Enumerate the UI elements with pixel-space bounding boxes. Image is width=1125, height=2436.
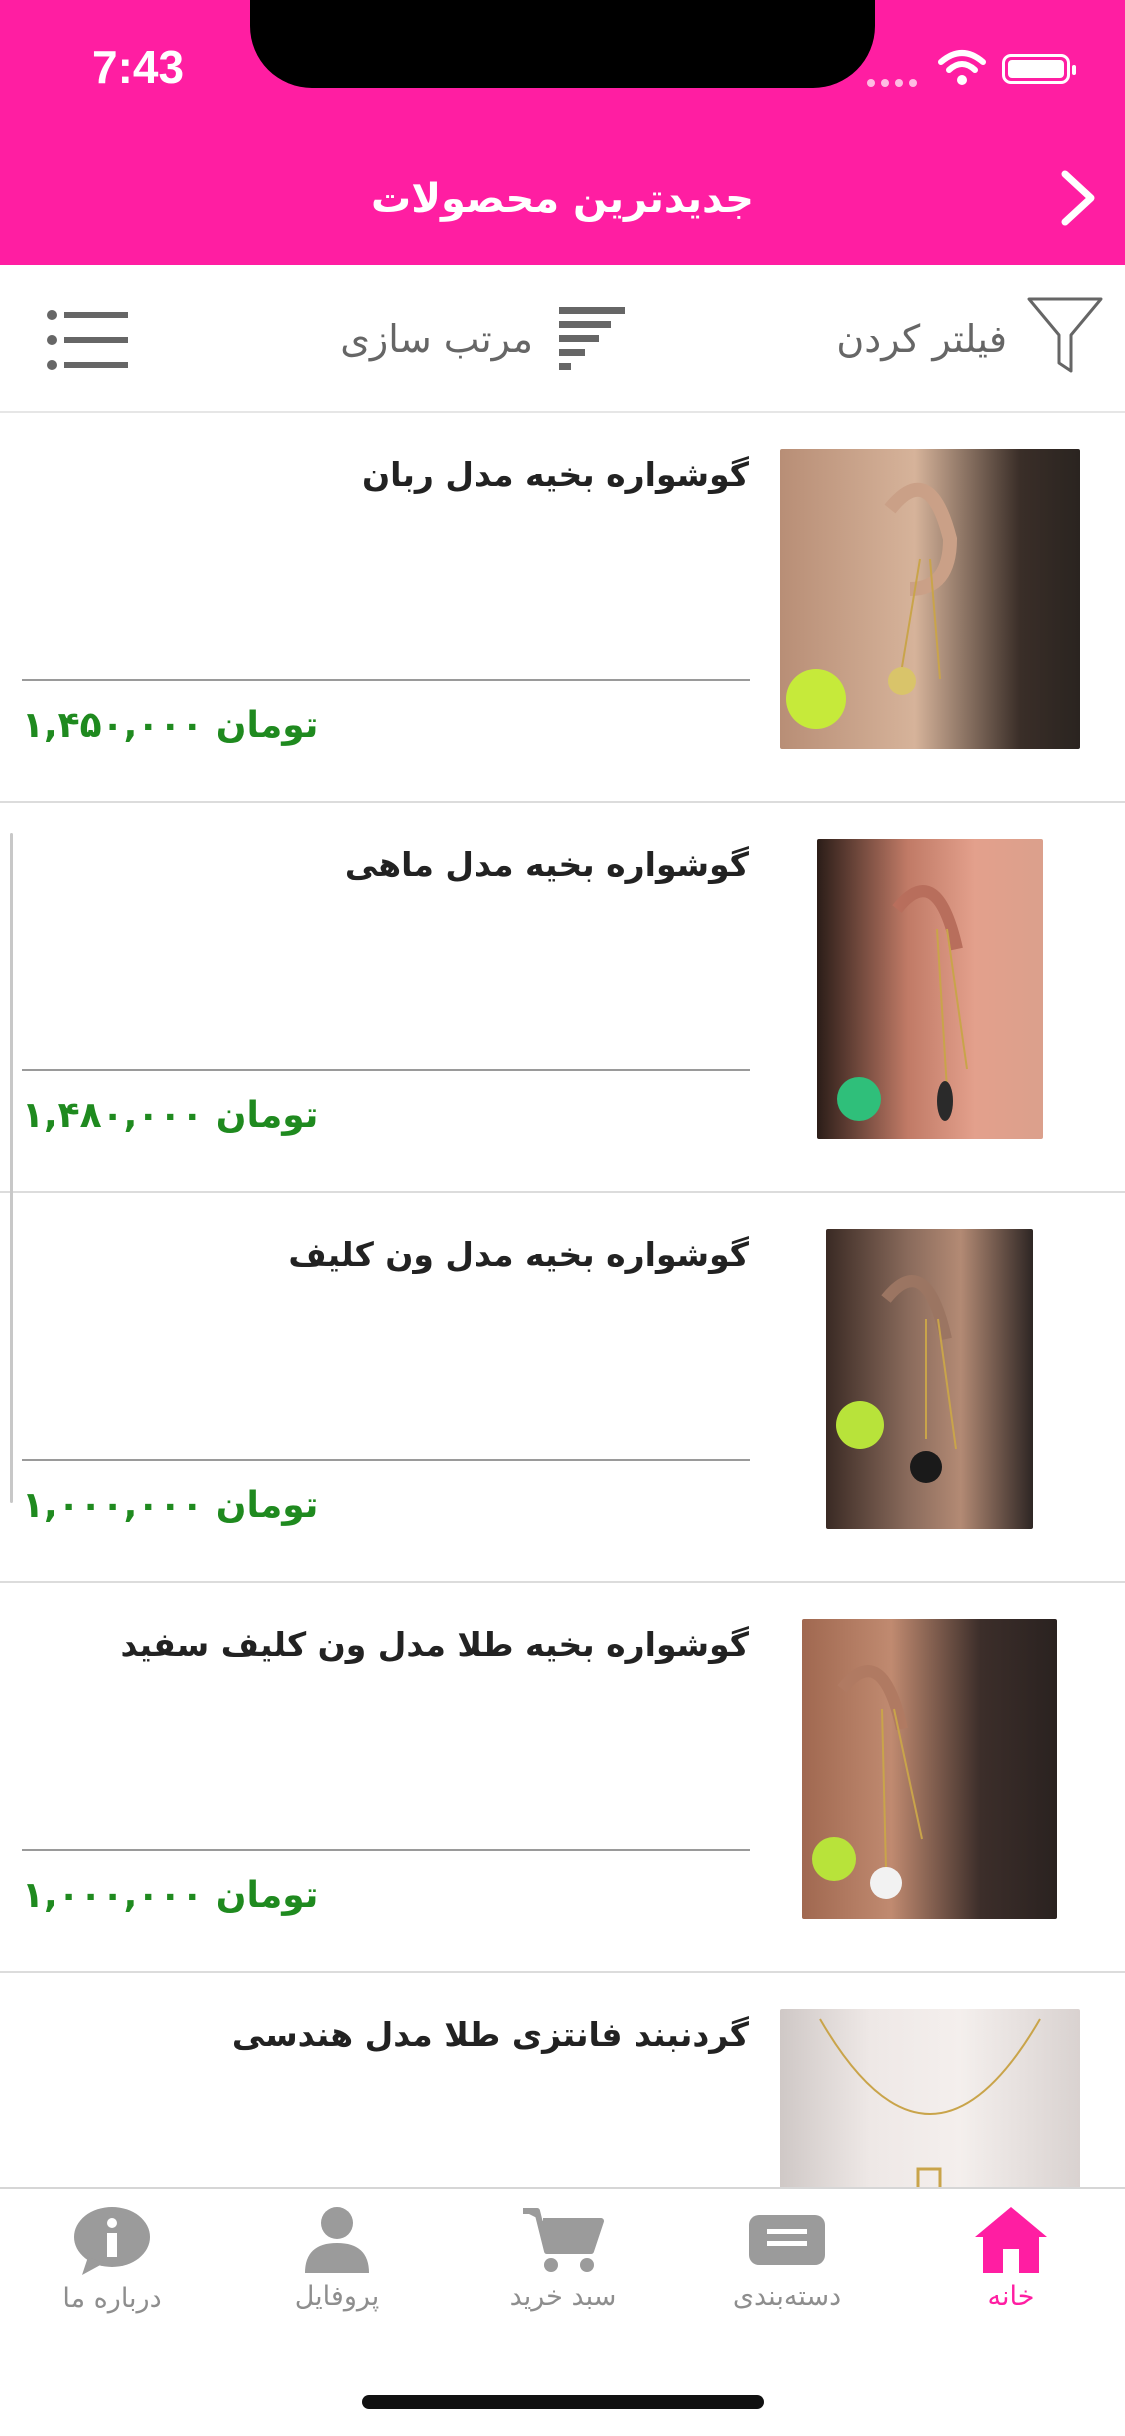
- product-card[interactable]: گوشواره بخیه مدل ربان تومان ۱,۴۵۰,۰۰۰: [0, 413, 1125, 803]
- earring-illustration: [837, 885, 968, 1121]
- home-indicator: [362, 2395, 764, 2409]
- earring-illustration: [836, 1275, 957, 1483]
- sort-icon[interactable]: [555, 305, 627, 375]
- tab-label: درباره ما: [62, 2283, 162, 2314]
- status-time: 7:43: [92, 41, 185, 93]
- tab-home[interactable]: خانه: [931, 2205, 1091, 2345]
- earring-illustration: [786, 482, 958, 729]
- product-image: [780, 449, 1080, 749]
- list-view-icon[interactable]: [46, 309, 130, 371]
- product-list: گوشواره بخیه مدل ربان تومان ۱,۴۵۰,۰۰۰ گو…: [0, 413, 1125, 2187]
- product-image: [780, 2009, 1080, 2187]
- product-title: گردنبند فانتزی طلا مدل هندسی: [231, 2015, 749, 2054]
- price-value: ۱,۰۰۰,۰۰۰: [22, 1485, 204, 1526]
- tab-about[interactable]: درباره ما: [32, 2205, 192, 2345]
- product-price: تومان ۱,۴۸۰,۰۰۰: [22, 1095, 318, 1136]
- tab-category[interactable]: دسته‌بندی: [707, 2205, 867, 2345]
- price-value: ۱,۰۰۰,۰۰۰: [22, 1875, 204, 1916]
- home-icon: [975, 2207, 1047, 2273]
- product-price: تومان ۱,۰۰۰,۰۰۰: [22, 1875, 318, 1916]
- tab-profile[interactable]: پروفایل: [257, 2205, 417, 2345]
- status-indicators: [867, 48, 1087, 88]
- price-value: ۱,۴۵۰,۰۰۰: [22, 705, 204, 746]
- product-image: [826, 1229, 1033, 1529]
- necklace-illustration: [819, 2018, 1041, 2187]
- sort-button[interactable]: مرتب سازی: [340, 317, 533, 361]
- currency-label: تومان: [215, 1875, 319, 1916]
- list-toolbar: فیلتر کردن مرتب سازی: [0, 265, 1125, 413]
- signal-icon: [867, 72, 923, 91]
- product-image: [817, 839, 1043, 1139]
- profile-icon: [305, 2207, 369, 2273]
- tab-label: دسته‌بندی: [732, 2281, 842, 2312]
- app-header: 7:43 جدیدترین محصولات: [0, 0, 1125, 265]
- scroll-indicator[interactable]: [10, 833, 13, 1503]
- tab-label: سبد خرید: [509, 2281, 617, 2312]
- price-value: ۱,۴۸۰,۰۰۰: [22, 1095, 204, 1136]
- device-notch: [250, 0, 875, 88]
- wifi-icon: [938, 50, 986, 85]
- cart-icon: [523, 2208, 604, 2272]
- chevron-right-icon[interactable]: [1053, 168, 1103, 228]
- category-icon: [749, 2215, 825, 2265]
- product-price: تومان ۱,۰۰۰,۰۰۰: [22, 1485, 318, 1526]
- currency-label: تومان: [215, 705, 319, 746]
- info-icon: [74, 2207, 150, 2275]
- tab-cart[interactable]: سبد خرید: [483, 2205, 643, 2345]
- divider: [22, 1459, 750, 1461]
- divider: [22, 679, 750, 681]
- earring-illustration: [812, 1665, 923, 1899]
- product-card[interactable]: گردنبند فانتزی طلا مدل هندسی: [0, 1973, 1125, 2187]
- product-title: گوشواره بخیه مدل ون کلیف: [288, 1235, 749, 1274]
- divider: [22, 1849, 750, 1851]
- currency-label: تومان: [215, 1095, 319, 1136]
- battery-icon: [1002, 54, 1076, 84]
- product-title: گوشواره بخیه مدل ماهی: [344, 845, 749, 884]
- product-image: [802, 1619, 1057, 1919]
- page-title: جدیدترین محصولات: [371, 176, 754, 222]
- product-card[interactable]: گوشواره بخیه مدل ون کلیف تومان ۱,۰۰۰,۰۰۰: [0, 1193, 1125, 1583]
- divider: [22, 1069, 750, 1071]
- product-card[interactable]: گوشواره بخیه مدل ماهی تومان ۱,۴۸۰,۰۰۰: [0, 803, 1125, 1193]
- product-title: گوشواره بخیه طلا مدل ون کلیف سفید: [120, 1625, 749, 1664]
- product-title: گوشواره بخیه مدل ربان: [361, 455, 749, 494]
- tab-label: خانه: [987, 2281, 1035, 2312]
- filter-icon[interactable]: [1025, 295, 1105, 375]
- product-card[interactable]: گوشواره بخیه طلا مدل ون کلیف سفید تومان …: [0, 1583, 1125, 1973]
- tab-label: پروفایل: [294, 2281, 380, 2312]
- filter-button[interactable]: فیلتر کردن: [836, 317, 1007, 361]
- currency-label: تومان: [215, 1485, 319, 1526]
- product-price: تومان ۱,۴۵۰,۰۰۰: [22, 705, 318, 746]
